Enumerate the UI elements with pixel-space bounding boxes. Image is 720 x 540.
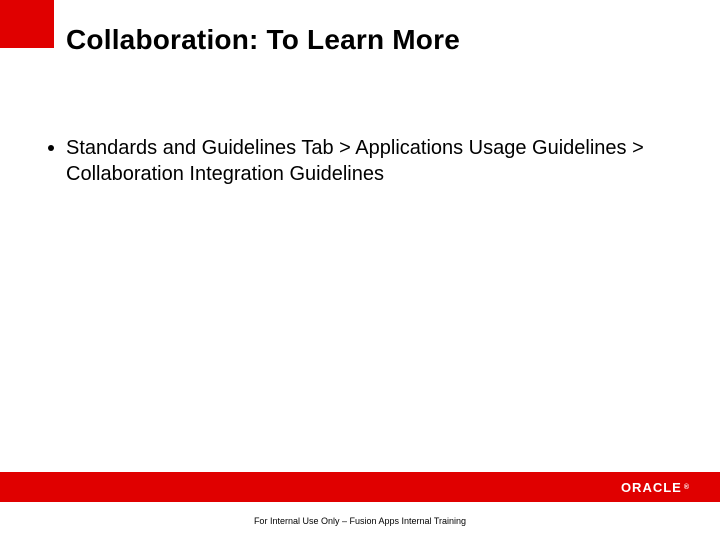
bullet-item: Standards and Guidelines Tab > Applicati… (48, 135, 680, 187)
bullet-dot-icon (48, 145, 54, 151)
bullet-text: Standards and Guidelines Tab > Applicati… (66, 135, 680, 187)
slide-body: Standards and Guidelines Tab > Applicati… (48, 135, 680, 187)
oracle-logo: ORACLE ® (621, 480, 690, 495)
slide: Collaboration: To Learn More Standards a… (0, 0, 720, 540)
registered-mark-icon: ® (684, 484, 690, 491)
footer-bar: ORACLE ® (0, 472, 720, 502)
oracle-logo-text: ORACLE (621, 480, 682, 495)
slide-title: Collaboration: To Learn More (66, 24, 460, 56)
brand-accent-square (0, 0, 54, 48)
footer-note: For Internal Use Only – Fusion Apps Inte… (0, 516, 720, 526)
